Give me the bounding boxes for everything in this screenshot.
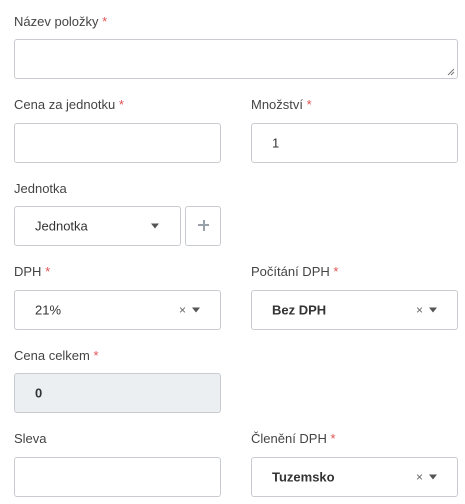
vat-value: 21%	[35, 302, 62, 318]
item-name-label-text: Název položky	[14, 14, 99, 29]
chevron-down-icon[interactable]	[151, 223, 159, 229]
unit-price-label: Cena za jednotku *	[14, 97, 124, 113]
chevron-down-icon[interactable]	[429, 474, 437, 480]
quantity-label-text: Množství	[251, 97, 304, 112]
item-name-textarea[interactable]	[14, 39, 458, 79]
vat-label-text: DPH	[14, 264, 42, 279]
unit-label-text: Jednotka	[14, 181, 67, 196]
unit-placeholder: Jednotka	[35, 218, 88, 234]
vat-breakdown-value: Tuzemsko	[272, 469, 335, 485]
vat-breakdown-label: Členění DPH *	[251, 431, 336, 447]
plus-icon	[202, 219, 205, 231]
vat-breakdown-select[interactable]: Tuzemsko ×	[251, 457, 458, 497]
quantity-label: Množství *	[251, 97, 312, 113]
clear-icon[interactable]: ×	[416, 304, 423, 316]
discount-label-text: Sleva	[14, 431, 47, 446]
vat-breakdown-label-text: Členění DPH	[251, 431, 327, 446]
unit-price-label-text: Cena za jednotku	[14, 97, 116, 112]
required-mark: *	[93, 348, 99, 363]
vat-calc-label: Počítání DPH *	[251, 264, 338, 280]
discount-input[interactable]	[14, 457, 221, 497]
vat-label: DPH *	[14, 264, 50, 280]
required-mark: *	[333, 264, 339, 279]
unit-select[interactable]: Jednotka	[14, 206, 181, 246]
total-label: Cena celkem *	[14, 348, 99, 364]
required-mark: *	[118, 97, 124, 112]
unit-price-input[interactable]	[14, 123, 221, 163]
required-mark: *	[102, 14, 108, 29]
add-unit-button[interactable]	[185, 206, 221, 246]
required-mark: *	[330, 431, 336, 446]
unit-label: Jednotka	[14, 181, 67, 197]
total-value: 0	[35, 385, 43, 401]
discount-label: Sleva	[14, 431, 47, 447]
vat-calc-select[interactable]: Bez DPH ×	[251, 290, 458, 330]
chevron-down-icon[interactable]	[192, 307, 200, 313]
item-name-label: Název položky *	[14, 14, 107, 30]
resize-grip-icon[interactable]	[447, 68, 455, 76]
quantity-value: 1	[272, 135, 280, 151]
vat-calc-label-text: Počítání DPH	[251, 264, 330, 279]
required-mark: *	[45, 264, 51, 279]
clear-icon[interactable]: ×	[416, 471, 423, 483]
total-field: 0	[14, 373, 221, 413]
vat-calc-value: Bez DPH	[272, 302, 327, 318]
chevron-down-icon[interactable]	[429, 307, 437, 313]
vat-select[interactable]: 21% ×	[14, 290, 221, 330]
clear-icon[interactable]: ×	[179, 304, 186, 316]
required-mark: *	[306, 97, 312, 112]
total-label-text: Cena celkem	[14, 348, 90, 363]
quantity-input[interactable]: 1	[251, 123, 458, 163]
